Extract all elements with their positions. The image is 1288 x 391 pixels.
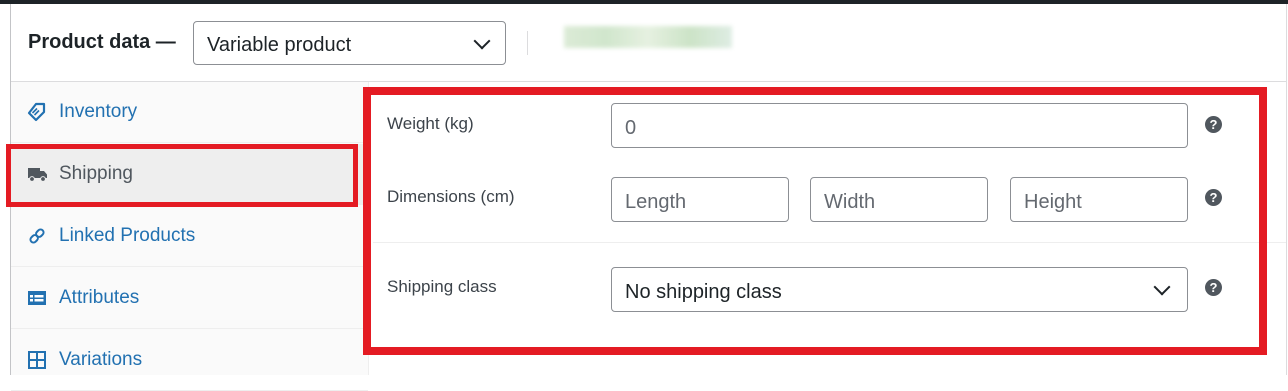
- tab-label: Linked Products: [59, 225, 196, 246]
- tag-icon: [27, 102, 47, 122]
- chevron-down-icon: [473, 32, 491, 50]
- right-border: [1286, 4, 1287, 375]
- header-separator: [527, 31, 528, 55]
- grid-icon: [27, 350, 47, 370]
- tab-label: Inventory: [59, 101, 138, 122]
- product-type-select[interactable]: Variable product: [193, 21, 506, 65]
- tab-inventory[interactable]: Inventory: [11, 82, 368, 143]
- product-data-tabs: Inventory Shipping Linked Products Attri…: [11, 82, 369, 391]
- shipping-panel-highlight: [363, 87, 1267, 355]
- tab-label: Variations: [59, 349, 143, 370]
- product-data-title: Product data —: [28, 31, 176, 53]
- link-icon: [27, 226, 47, 246]
- tab-variations[interactable]: Variations: [11, 330, 368, 391]
- product-type-value: Variable product: [207, 34, 352, 56]
- tab-label: Attributes: [59, 287, 140, 308]
- blurred-content: [564, 26, 732, 48]
- tab-linked-products[interactable]: Linked Products: [11, 206, 368, 267]
- list-card-icon: [27, 288, 47, 308]
- tab-attributes[interactable]: Attributes: [11, 268, 368, 329]
- shipping-tab-highlight: [6, 144, 358, 207]
- product-data-header: Product data — Variable product: [11, 4, 1286, 82]
